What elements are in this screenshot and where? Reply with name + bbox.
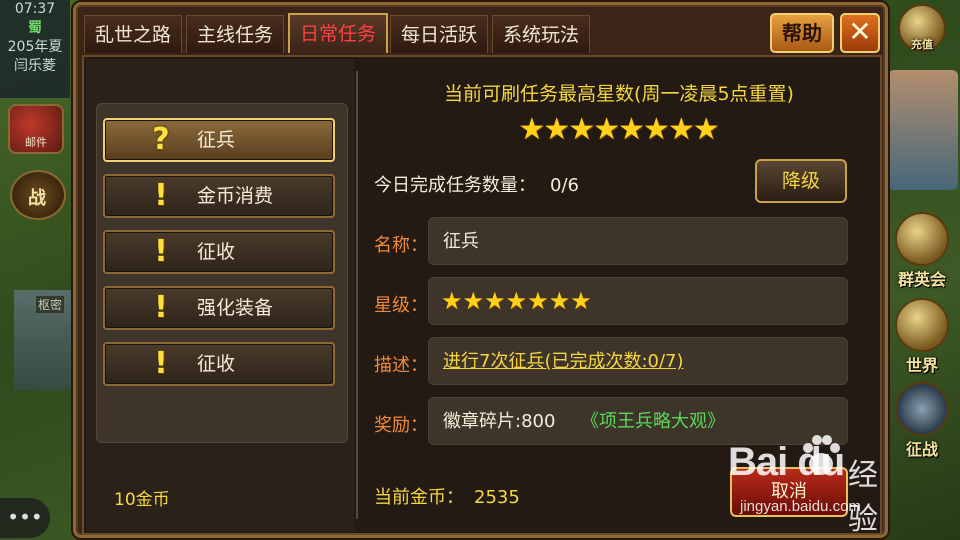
exclamation-icon: !: [154, 178, 168, 213]
chat-icon: •••: [7, 505, 43, 529]
star-level-field: ★★★★★★★: [428, 277, 848, 325]
tab-daily-quest[interactable]: 日常任务: [288, 13, 389, 53]
tab-system-play[interactable]: 系统玩法: [492, 15, 591, 53]
recharge-label: 充值: [911, 38, 933, 51]
tab-daily-active[interactable]: 每日活跃: [390, 15, 489, 53]
tab-chaos-road[interactable]: 乱世之路: [84, 15, 183, 53]
war-label: 战: [28, 188, 46, 209]
refresh-cost: 10金币: [114, 490, 170, 510]
task-description-link[interactable]: 进行7次征兵(已完成次数:0/7): [443, 338, 684, 386]
name-field: 征兵: [428, 217, 848, 265]
task-list: ? 征兵 ! 金币消费 ! 征收 ! 强化装备 ! 征收: [96, 103, 348, 443]
building-label: 枢密: [36, 296, 65, 313]
star-icon: ★: [441, 287, 463, 315]
heroes-button[interactable]: 群英会: [890, 212, 954, 290]
crossed-swords-icon: [895, 382, 949, 436]
question-mark-icon: ?: [152, 122, 170, 157]
today-label: 今日完成任务数量：: [374, 175, 536, 196]
right-hud: 充值 群英会 世界 征战: [884, 0, 960, 540]
task-item-levy-2[interactable]: ! 征收: [103, 342, 335, 386]
chat-button[interactable]: •••: [0, 498, 50, 538]
star-icon: ★: [642, 112, 670, 147]
star-icon: ★: [462, 287, 485, 315]
campaign-button[interactable]: 征战: [890, 382, 954, 460]
kingdom-name: 蜀: [28, 20, 42, 36]
star-icon: ★: [518, 112, 546, 147]
campaign-label: 征战: [905, 440, 938, 459]
tab-main-quest[interactable]: 主线任务: [186, 15, 285, 53]
world-label: 世界: [905, 356, 938, 375]
task-item-gold-spend[interactable]: ! 金币消费: [103, 174, 335, 218]
task-label: 征收: [197, 353, 236, 375]
star-icon: ★: [692, 112, 720, 147]
hero-portrait[interactable]: [888, 70, 958, 190]
downgrade-button[interactable]: 降级: [755, 159, 847, 203]
building-privy-council[interactable]: 枢密: [14, 290, 74, 390]
heroes-icon: [895, 212, 949, 266]
reward-field: 徽章碎片:800 《项王兵略大观》: [428, 397, 848, 445]
exclamation-icon: !: [154, 290, 168, 325]
recharge-button[interactable]: 充值: [890, 4, 954, 52]
task-name-value: 征兵: [443, 231, 479, 252]
reward-value: 徽章碎片:800: [443, 411, 556, 432]
gold-value: 2535: [474, 487, 520, 508]
star-icon: ★: [570, 287, 592, 315]
description-field: 进行7次征兵(已完成次数:0/7): [428, 337, 848, 385]
task-detail-panel: 当前可刷任务最高星数(周一凌晨5点重置) ★★★★★★★★ 今日完成任务数量： 0…: [360, 59, 878, 531]
game-year: 205年夏: [7, 39, 63, 55]
exclamation-icon: !: [154, 346, 168, 381]
cancel-button[interactable]: 取消: [730, 467, 848, 517]
time-status-panel: 07:37 蜀 205年夏 闫乐菱: [0, 0, 70, 98]
task-label: 强化装备: [197, 297, 274, 319]
star-icon: ★: [484, 287, 506, 315]
star-icon: ★: [568, 112, 596, 147]
reward-book-item[interactable]: 《项王兵略大观》: [581, 398, 725, 446]
mail-button[interactable]: 邮件: [8, 104, 64, 154]
today-progress: 今日完成任务数量： 0/6: [374, 171, 579, 197]
reward-label: 奖励：: [374, 415, 428, 436]
star-icon: ★: [543, 112, 571, 147]
war-button[interactable]: 战: [10, 170, 66, 220]
task-star-rating: ★★★★★★★: [441, 288, 592, 314]
star-icon: ★: [505, 287, 528, 315]
star-icon: ★: [618, 112, 645, 147]
star-icon: ★: [548, 287, 571, 315]
star-icon: ★: [593, 112, 620, 147]
world-button[interactable]: 世界: [890, 298, 954, 376]
star-icon: ★: [527, 287, 549, 315]
compass-icon: [895, 298, 949, 352]
task-list-panel: ? 征兵 ! 金币消费 ! 征收 ! 强化装备 ! 征收 10金币: [86, 59, 354, 531]
star-icon: ★: [667, 112, 695, 147]
task-label: 征兵: [197, 129, 236, 151]
task-item-conscript[interactable]: ? 征兵: [103, 118, 335, 162]
star-level-label: 星级：: [374, 295, 428, 316]
mail-label: 邮件: [25, 136, 47, 149]
close-icon: ✕: [848, 15, 872, 48]
max-star-rating: ★★★★★★★★: [360, 115, 878, 145]
left-hud: 07:37 蜀 205年夏 闫乐菱 邮件 战 枢密 •••: [0, 0, 80, 540]
exclamation-icon: !: [154, 234, 168, 269]
task-item-levy[interactable]: ! 征收: [103, 230, 335, 274]
clock-time: 07:37: [14, 1, 56, 17]
city-name: 闫乐菱: [14, 58, 56, 74]
today-count: 0/6: [550, 175, 579, 196]
name-label: 名称：: [374, 235, 428, 256]
task-item-enhance-equipment[interactable]: ! 强化装备: [103, 286, 335, 330]
task-label: 征收: [197, 241, 236, 263]
close-button[interactable]: ✕: [840, 13, 880, 53]
panel-divider: [356, 71, 358, 519]
gold-label: 当前金币：: [374, 487, 464, 508]
task-dialog: 乱世之路 主线任务 日常任务 每日活跃 系统玩法 帮助 ✕ ? 征兵 ! 金币消…: [73, 2, 888, 538]
tab-bar: 乱世之路 主线任务 日常任务 每日活跃 系统玩法 帮助 ✕: [84, 11, 880, 53]
current-gold: 当前金币： 2535: [374, 483, 520, 509]
help-button[interactable]: 帮助: [770, 13, 834, 53]
heroes-label: 群英会: [897, 270, 946, 289]
description-label: 描述：: [374, 355, 428, 376]
dialog-content: ? 征兵 ! 金币消费 ! 征收 ! 强化装备 ! 征收 10金币 当前可刷任务…: [82, 55, 882, 535]
max-stars-title: 当前可刷任务最高星数(周一凌晨5点重置): [444, 83, 794, 105]
task-label: 金币消费: [197, 185, 274, 207]
